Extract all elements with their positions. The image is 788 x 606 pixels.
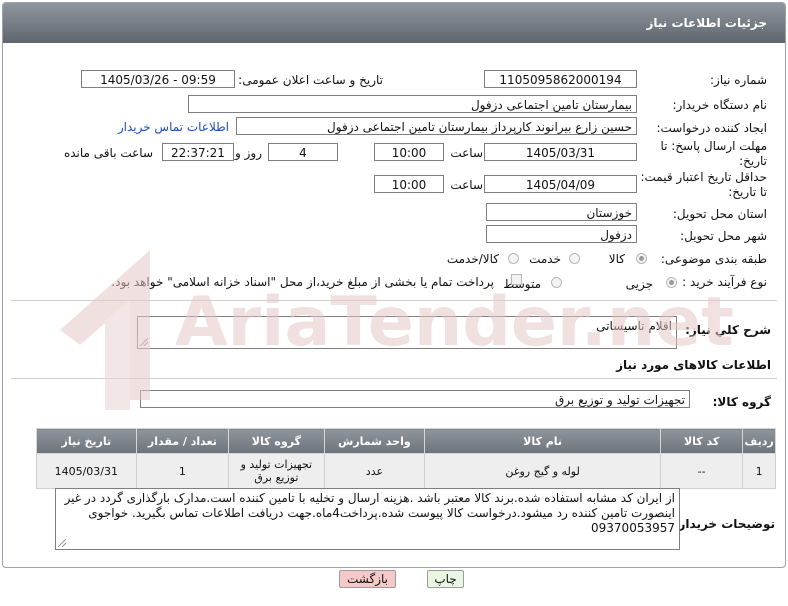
buyer-org-label: نام دستگاه خریدار: [672,98,768,112]
need-desc-value: اقلام تاسیساتی [596,319,672,333]
buyer-contact-link[interactable]: اطلاعات تماس خریدار [118,120,229,134]
goods-group-label: گروه کالا: [712,395,771,409]
col-goods-group: گروه کالا [228,428,325,454]
purchase-option-minor: جزیی [625,277,653,291]
treasury-payment-note: پرداخت تمام یا بخشی از مبلغ خرید،از محل … [111,275,494,289]
print-button[interactable]: چاپ [427,570,464,588]
col-need-date: تاریخ نیاز [36,428,137,454]
price-time-label: ساعت [450,178,483,192]
cell-quantity: 1 [135,453,230,489]
buyer-org-field: بیمارستان تامین اجتماعی دزفول [188,95,637,113]
need-desc-label: شرح کلي نياز: [685,323,771,337]
reply-time-label: ساعت [450,146,483,160]
category-radio-service[interactable] [569,253,580,264]
resize-grip-icon[interactable] [140,338,148,346]
purchase-radio-minor[interactable] [666,277,677,288]
col-unit: واحد شمارش [323,428,426,454]
cell-goods-code: -- [659,453,744,489]
purchase-option-medium: متوسط [503,277,541,291]
back-button[interactable]: بازگشت [339,570,396,588]
creator-field: حسین زارع بیرانوند کارپرداز بیمارستان تا… [236,117,637,135]
announce-label: تاریخ و ساعت اعلان عمومی: [238,73,383,87]
cell-goods-group: تجهیزات تولید و توزیع برق [228,453,325,489]
city-field: دزفول [486,225,637,243]
category-option-goods-service: کالا/خدمت [446,252,499,266]
days-remaining-field: 4 [268,143,338,161]
goods-table: ردیف کد کالا نام کالا واحد شمارش گروه کا… [36,428,776,489]
buyer-notes-label: توضیحات خریدار: [673,517,775,531]
divider [11,300,777,301]
col-goods-name: نام کالا [424,428,661,454]
col-goods-code: کد کالا [659,428,744,454]
reply-date-field: 1405/03/31 [484,143,637,161]
panel-title: جزئیات اطلاعات نیاز [3,3,785,43]
table-header-row: ردیف کد کالا نام کالا واحد شمارش گروه کا… [36,428,776,454]
resize-grip-icon[interactable] [58,539,66,547]
treasury-payment-checkbox[interactable] [511,274,522,285]
divider [11,378,777,379]
category-label: طبقه بندی موضوعی: [660,252,767,266]
reply-time-field: 10:00 [374,143,444,161]
purchase-type-label: نوع فرآیند خرید : [682,275,767,289]
price-deadline-label: حداقل تاریخ اعتبار قیمت: تا تاریخ: [640,170,767,199]
need-number-label: شماره نیاز: [710,73,767,87]
creator-label: ایجاد کننده درخواست: [656,121,767,135]
cell-unit: عدد [323,453,426,489]
price-time-field: 10:00 [374,175,444,193]
buyer-notes-value: از ایران کد مشابه استفاده شده.برند کالا … [64,491,675,535]
buyer-notes-textarea[interactable]: از ایران کد مشابه استفاده شده.برند کالا … [55,488,680,550]
price-date-field: 1405/04/09 [484,175,637,193]
days-label: روز و [235,146,262,160]
cell-need-date: 1405/03/31 [36,453,137,489]
remaining-label: ساعت باقی مانده [63,146,153,160]
need-number-field: 1105095862000194 [484,70,637,88]
province-label: استان محل تحویل: [672,207,767,221]
goods-group-field: تجهیزات تولید و توزیع برق [140,390,690,408]
table-row: 1 -- لوله و گیج روغن عدد تجهیزات تولید و… [36,453,776,489]
category-option-service: خدمت [529,252,561,266]
province-field: خوزستان [486,203,637,221]
category-option-goods: کالا [608,252,625,266]
details-panel: جزئیات اطلاعات نیاز شماره نیاز: 11050958… [2,2,786,568]
col-quantity: تعداد / مقدار [135,428,230,454]
col-row-number: ردیف [742,428,776,454]
purchase-radio-medium[interactable] [551,277,562,288]
goods-section-title: اطلاعات کالاهای مورد نیاز [616,358,771,372]
category-radio-goods[interactable] [636,253,647,264]
remaining-time-field: 22:37:21 [162,143,234,161]
reply-deadline-label: مهلت ارسال پاسخ: تا تاریخ: [660,139,767,168]
need-desc-textarea[interactable]: اقلام تاسیساتی [137,316,677,349]
cell-row-number: 1 [742,453,776,489]
city-label: شهر محل تحویل: [680,229,767,243]
cell-goods-name: لوله و گیج روغن [424,453,661,489]
category-radio-goods-service[interactable] [508,253,519,264]
announce-field: 1405/03/26 - 09:59 [81,70,235,88]
